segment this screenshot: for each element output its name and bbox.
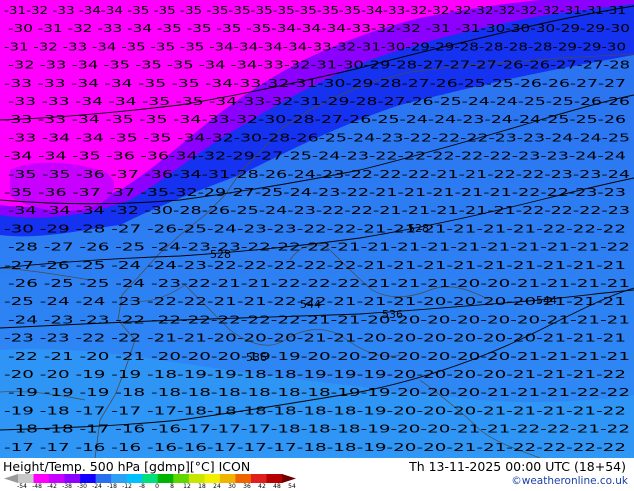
- legend-label: 18: [198, 483, 206, 490]
- temperature-row: -33 -33 -34 -35 -35 -34-33-32-30-28-27-2…: [4, 113, 626, 126]
- temperature-row: -32 -33 -34 -35 -35 -35 -34 -34-33-32-31…: [8, 59, 630, 72]
- temperature-row: -28 -27 -26 -25 -24-23-23-22-22-22-21-21…: [8, 241, 630, 254]
- temperature-row: -24 -23 -23 -22 -22-22-22-22-22-21-21-20…: [8, 313, 630, 326]
- temperature-row: -33 -34 -34 -35 -35 -34-32-30-28-26-25-2…: [8, 131, 630, 144]
- legend-arrow-right: [282, 474, 296, 483]
- legend-swatch: [95, 474, 112, 483]
- legend-label: 42: [258, 483, 266, 490]
- valid-time: Th 13-11-2025 00:00 UTC (18+54): [409, 459, 626, 474]
- temperature-row: -19 -18 -17 -17 -17-18-18-18-18-18-18-19…: [4, 404, 626, 417]
- legend-swatch: [142, 474, 159, 483]
- legend-swatch: [266, 474, 283, 483]
- color-legend: [4, 474, 296, 483]
- temperature-row: -35 -36 -37 -37 -35-32-29-27-25-24-23-22…: [4, 186, 626, 199]
- legend-swatch: [111, 474, 128, 483]
- temperature-row: -20 -20 -19 -19 -18-19-19-18-18-19-19-19…: [4, 368, 626, 381]
- legend-swatch: [204, 474, 221, 483]
- legend-swatch: [173, 474, 190, 483]
- temperature-row: -19 -19 -19 -18 -18-18-18-18-18-18-19-19…: [8, 386, 630, 399]
- legend-swatch: [219, 474, 236, 483]
- legend-label: 24: [213, 483, 221, 490]
- legend-swatch: [250, 474, 267, 483]
- temperature-row: -31-32 -33 -34-34 -35 -35 -35 -35-35-35-…: [4, 4, 626, 17]
- map-title: Height/Temp. 500 hPa [gdmp][°C] ICON: [3, 459, 251, 474]
- legend-label: -18: [107, 483, 117, 490]
- legend-label: 0: [155, 483, 159, 490]
- temperature-row: -30 -31 -32 -33 -34 -35 -35 -35 -35-34-3…: [8, 22, 630, 35]
- temperature-row: -35 -35 -36 -37 -36-34-31-28-26-24-23-22…: [8, 168, 630, 181]
- temperature-row: -34 -34 -34 -32 -30-28-26-25-24-23-22-22…: [8, 204, 630, 217]
- legend-swatch: [157, 474, 174, 483]
- temperature-row: -17 -17 -16 -16 -16-16-17-17-17-18-18-19…: [4, 441, 626, 454]
- legend-label: -30: [77, 483, 87, 490]
- temperature-row: -30 -29 -28 -27 -26-25-24-23-23-22-22-21…: [4, 222, 626, 235]
- legend-label: 12: [183, 483, 191, 490]
- temperature-row: -27 -26 -25 -24 -24-23-22-22-22-22-22-21…: [4, 259, 626, 272]
- map-footer: Height/Temp. 500 hPa [gdmp][°C] ICON Th …: [0, 458, 634, 490]
- legend-swatch: [80, 474, 97, 483]
- temperature-row: -33 -33 -34 -34 -35 -35 -34-33-32-31-30-…: [4, 77, 626, 90]
- temperature-row: -26 -25 -25 -24 -23-22-21-21-22-22-22-21…: [8, 277, 630, 290]
- legend-label: 54: [288, 483, 296, 490]
- legend-label: -24: [92, 483, 102, 490]
- legend-swatch: [33, 474, 50, 483]
- temperature-values: -31-32 -33 -34-34 -35 -35 -35 -35-35-35-…: [4, 4, 630, 454]
- legend-swatch: [18, 474, 35, 483]
- temperature-row: -33 -33 -34 -34 -35 -35 -34-33-32-31-29-…: [8, 95, 630, 108]
- temperature-row: -22 -21 -20 -21 -20-20-20-19-19-20-20-20…: [8, 350, 630, 363]
- legend-swatch: [49, 474, 66, 483]
- legend-label: 36: [243, 483, 251, 490]
- temperature-row: -18 -18 -17 -16 -16-17-17-17-18-18-18-19…: [8, 423, 630, 436]
- legend-label: 8: [170, 483, 174, 490]
- weather-map: 528 528 536 536 544 544 -31-32 -33 -34-3…: [0, 0, 634, 458]
- legend-arrow-left: [4, 474, 18, 483]
- legend-swatch: [126, 474, 143, 483]
- temperature-row: -31 -32 -33 -34 -35 -35 -35 -34-34-34-34…: [4, 40, 626, 53]
- legend-swatch: [188, 474, 205, 483]
- legend-label: 30: [228, 483, 236, 490]
- temperature-row: -23 -23 -22 -22 -21-21-20-20-20-21-21-20…: [4, 332, 626, 345]
- legend-label: -54: [17, 483, 27, 490]
- legend-label: 48: [273, 483, 281, 490]
- legend-label: -48: [32, 483, 42, 490]
- legend-label: -8: [139, 483, 145, 490]
- legend-swatch: [235, 474, 252, 483]
- legend-label: -38: [62, 483, 72, 490]
- legend-label: -42: [47, 483, 57, 490]
- temperature-row: -34 -34 -35 -36 -36-34-32-29-27-25-24-23…: [4, 150, 626, 163]
- credit-link[interactable]: ©weatheronline.co.uk: [511, 475, 628, 487]
- legend-label: -12: [122, 483, 132, 490]
- legend-swatch: [64, 474, 81, 483]
- temperature-row: -25 -24 -24 -23 -22-22-21-21-22-22-21-21…: [4, 295, 626, 308]
